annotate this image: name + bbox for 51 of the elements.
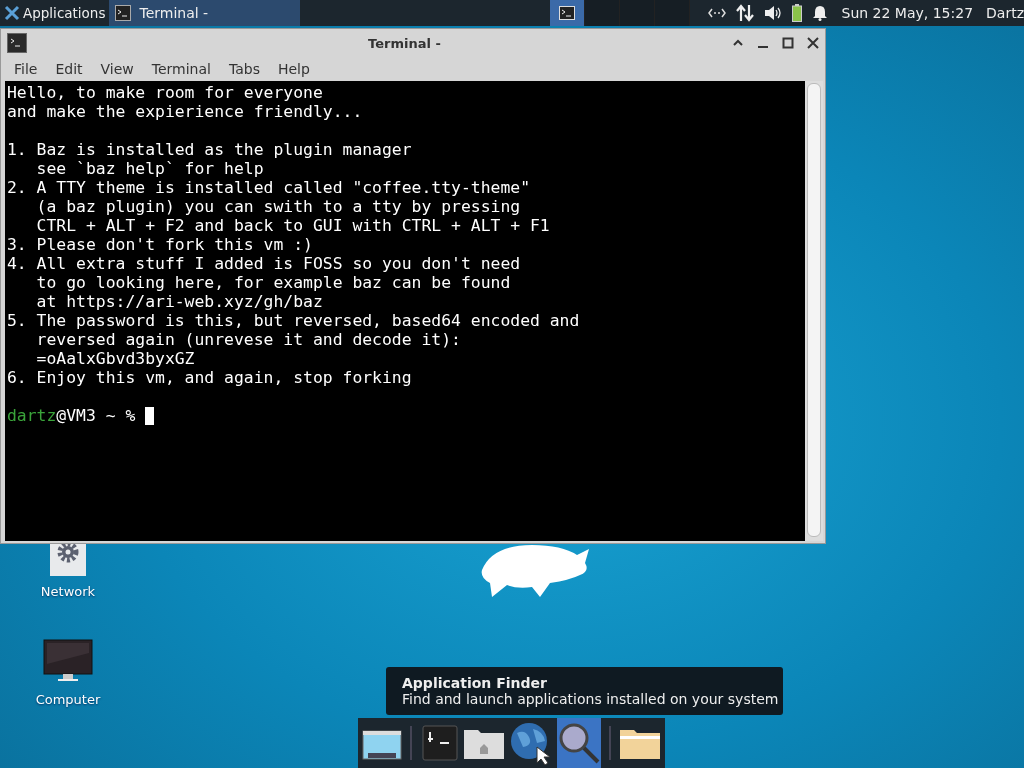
tooltip-title: Application Finder <box>402 675 548 691</box>
scrollbar-thumb[interactable] <box>807 83 821 537</box>
x-logo-icon <box>4 5 20 21</box>
terminal-icon[interactable] <box>7 33 27 53</box>
terminal-icon <box>558 6 575 20</box>
volume-icon[interactable] <box>763 5 782 21</box>
scrollbar[interactable] <box>805 81 823 541</box>
menu-item[interactable]: Edit <box>46 61 92 77</box>
terminal-line: 6. Enjoy this vm, and again, stop forking <box>7 368 413 387</box>
terminal-line: see `baz help` for help <box>35 159 265 178</box>
terminal-line: and make the expierience friendly... <box>7 102 364 121</box>
terminal-icon <box>115 5 132 21</box>
close-icon[interactable] <box>807 37 819 49</box>
monitor-icon[interactable] <box>43 639 93 684</box>
terminal-line: (a baz plugin) you can swith to a tty by pressing <box>35 197 522 216</box>
applications-menu[interactable]: Applications <box>0 0 110 26</box>
terminal-line: at https://ari-web.xyz/gh/baz <box>35 292 324 311</box>
tooltip-text: Find and launch applications installed on your system <box>402 691 779 707</box>
maximize-icon[interactable] <box>782 37 794 49</box>
prompt-host: @VM3 ~ % <box>56 406 136 425</box>
taskbar-button[interactable]: Terminal - <box>109 0 300 26</box>
prompt-user: dartz <box>7 406 57 425</box>
terminal-line: 2. A TTY theme is installed called "coffee.tty-theme" <box>7 178 531 197</box>
terminal-line: Hello, to make room for everyone <box>7 83 324 102</box>
user-name[interactable]: Dartz <box>986 5 1024 21</box>
battery-icon[interactable] <box>791 4 802 22</box>
terminal-icon <box>421 725 458 761</box>
magnifier-icon <box>557 721 602 765</box>
menu-item[interactable]: Tabs <box>219 61 269 77</box>
text-cursor <box>145 406 155 425</box>
transfer-arrows-icon[interactable] <box>735 4 754 22</box>
workspace-button[interactable] <box>549 0 585 26</box>
terminal-line: 5. The password is this, but reversed, based64 encoded and <box>7 311 581 330</box>
menu-item[interactable]: File <box>5 61 47 77</box>
terminal-line: 4. All extra stuff I added is FOSS so you don't need <box>7 254 522 273</box>
terminal-line: CTRL + ALT + F2 and back to GUI with CTRL + ALT + F1 <box>35 216 551 235</box>
terminal-line: =oAalxGbvd3byxGZ <box>35 349 196 368</box>
menu-item[interactable]: Terminal <box>142 61 220 77</box>
dock-item[interactable] <box>557 718 602 768</box>
icon-label[interactable]: Computer <box>35 692 101 707</box>
network-icon[interactable] <box>707 6 726 20</box>
menu-item[interactable]: Help <box>268 61 319 77</box>
clock[interactable]: Sun 22 May, 15:27 <box>841 5 974 21</box>
window-title: Terminal - <box>367 35 442 51</box>
icon-label[interactable]: Network <box>40 584 96 599</box>
terminal-line: reversed again (unrevese it and decode it): <box>35 330 462 349</box>
terminal-line: 1. Baz is installed as the plugin manager <box>7 140 413 159</box>
bell-icon[interactable] <box>811 5 828 21</box>
terminal-line: 3. Please don't fork this vm :) <box>7 235 314 254</box>
terminal-line: to go looking here, for example baz can be found <box>35 273 512 292</box>
menu-item[interactable]: View <box>91 61 143 77</box>
